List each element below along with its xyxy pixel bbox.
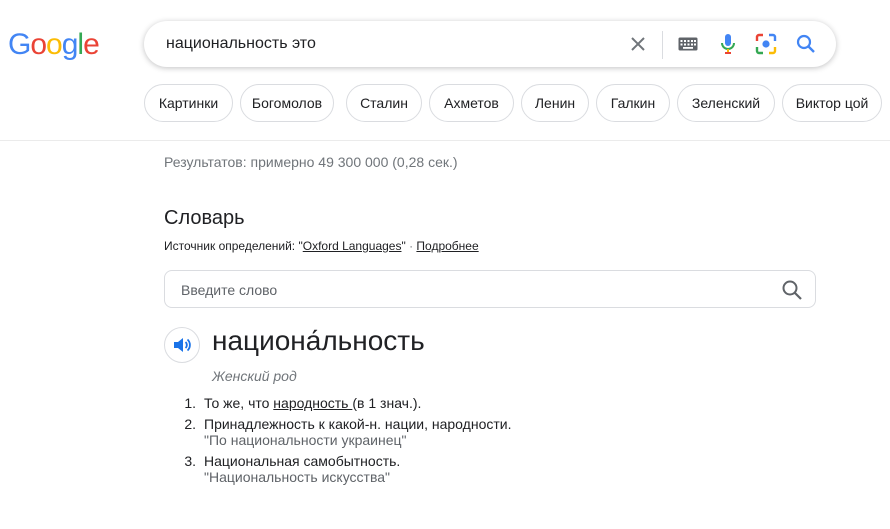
logo-letter: G — [8, 28, 31, 61]
dictionary-search-box[interactable] — [164, 270, 816, 308]
definition-item: 3. Национальная самобытность. "Националь… — [180, 453, 511, 485]
chip-kartinki[interactable]: Картинки — [144, 84, 233, 122]
search-bar[interactable]: национальность это — [144, 21, 836, 67]
definition-number: 2. — [184, 416, 196, 432]
search-input[interactable]: национальность это — [166, 35, 316, 53]
chip-galkin[interactable]: Галкин — [596, 84, 670, 122]
definition-example: "Национальность искусства" — [204, 469, 390, 485]
search-divider — [662, 31, 663, 59]
logo-letter: o — [46, 28, 63, 61]
search-icon[interactable] — [794, 32, 818, 56]
dictionary-word-input[interactable] — [179, 279, 763, 301]
keyboard-icon[interactable] — [676, 32, 700, 56]
google-logo[interactable]: Google — [8, 28, 100, 62]
definition-text: Национальная самобытность. — [204, 453, 401, 469]
chip-stalin[interactable]: Сталин — [346, 84, 422, 122]
chip-lenin[interactable]: Ленин — [521, 84, 589, 122]
definition-number: 3. — [184, 453, 196, 469]
definition-text: (в 1 знач.). — [352, 395, 422, 411]
result-stats: Результатов: примерно 49 300 000 (0,28 с… — [164, 154, 458, 170]
logo-letter: g — [61, 28, 79, 61]
speaker-icon — [174, 338, 191, 352]
definition-number: 1. — [184, 395, 196, 411]
definition-example: "По национальности украинец" — [204, 432, 407, 448]
dictionary-title: Словарь — [164, 207, 245, 229]
oxford-languages-link[interactable]: Oxford Languages — [303, 239, 402, 253]
part-of-speech: Женский род — [212, 368, 297, 384]
definition-text: Принадлежность к какой-н. нации, народно… — [204, 416, 512, 432]
pronunciation-button[interactable] — [164, 327, 200, 363]
mic-icon[interactable] — [716, 32, 740, 56]
source-separator: · — [405, 239, 417, 253]
chip-viktor-tsoi[interactable]: Виктор цой — [782, 84, 882, 122]
more-link[interactable]: Подробнее — [416, 239, 478, 253]
source-prefix: Источник определений: " — [164, 239, 303, 253]
definition-item: 2. Принадлежность к какой-н. нации, наро… — [180, 416, 511, 448]
header-divider — [0, 140, 890, 141]
logo-letter: e — [83, 28, 100, 61]
definitions-list: 1. То же, что народность (в 1 знач.). 2.… — [180, 395, 511, 490]
chip-bogomolov[interactable]: Богомолов — [240, 84, 334, 122]
chip-akhmetov[interactable]: Ахметов — [429, 84, 514, 122]
logo-letter: o — [30, 28, 47, 61]
definition-text: То же, что — [204, 395, 274, 411]
lens-icon[interactable] — [754, 32, 778, 56]
definition-item: 1. То же, что народность (в 1 знач.). — [180, 395, 511, 411]
search-icon[interactable] — [781, 279, 803, 301]
narodnost-link[interactable]: народность — [273, 395, 352, 411]
headword: национа́льность — [212, 325, 425, 356]
dictionary-source: Источник определений: "Oxford Languages"… — [164, 239, 479, 253]
close-icon[interactable] — [626, 32, 650, 56]
chip-zelensky[interactable]: Зеленский — [677, 84, 775, 122]
